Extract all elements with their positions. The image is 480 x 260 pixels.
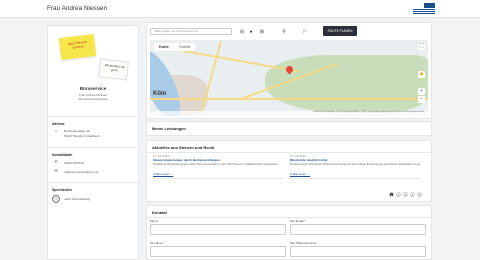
news-headline[interactable]: Minderlohn deutlich höher	[290, 158, 328, 162]
hours-label: Sprechzeiten	[52, 188, 72, 192]
office-subtitle-role: Steuerfachangestellte	[78, 97, 108, 101]
company-input[interactable]	[150, 224, 286, 235]
news-teaser: Mit Hilfe der Betriebsprüfungen haben Bu…	[153, 163, 279, 166]
address-label: Adresse	[52, 122, 65, 126]
chamber-logo[interactable]	[413, 3, 435, 15]
news-read-more-link[interactable]: Artikel lesen →	[290, 172, 310, 176]
divider	[290, 178, 420, 179]
pagination-page-4[interactable]: 4	[410, 192, 415, 197]
fullscreen-icon[interactable]: ⛶	[418, 43, 425, 50]
map-city-label: Köln	[153, 91, 167, 97]
city: 51427 Bergisch Gladbach	[64, 134, 100, 138]
email-input[interactable]	[290, 224, 426, 235]
name-label: Ihr Name *	[150, 241, 165, 245]
phone-icon: ✆	[54, 159, 58, 164]
pagination-page-5[interactable]: 5	[417, 192, 422, 197]
office-name: Büroservice	[79, 86, 107, 91]
company-label: Firma	[150, 219, 158, 223]
google-map[interactable]: Karte Satellit Köln ⛶ ♟ + − Kurzbefehle …	[150, 40, 428, 116]
divider	[147, 217, 431, 218]
zoom-in-button[interactable]: +	[418, 88, 425, 95]
news-title: Aktuelles aus Steuern und Recht	[152, 145, 215, 150]
zoom-out-button[interactable]: −	[418, 96, 425, 103]
email-icon: ✉	[54, 168, 58, 173]
name-input[interactable]	[150, 246, 286, 257]
news-teaser: Bundesminister Olaf Scholz (SPD) hat sic…	[290, 163, 420, 166]
sticky-note-white: Wir beraten Sie gern!	[98, 58, 129, 81]
hours: nach Vereinbarung	[64, 197, 90, 201]
walking-icon[interactable]: ⚐	[301, 28, 309, 36]
street: Beethovenallee 90	[64, 129, 90, 133]
pagination-page-3[interactable]: 3	[403, 192, 408, 197]
top-bar: Frau Andrea Niessen	[0, 0, 480, 18]
home-icon: ⌂	[54, 128, 58, 133]
email-label: Ihre Email *	[290, 219, 306, 223]
pagination-page-1[interactable]: 1	[389, 192, 394, 197]
bus-icon[interactable]: ⊞	[258, 28, 266, 36]
divider	[47, 182, 139, 183]
car-icon[interactable]: ⊟	[238, 28, 246, 36]
news-read-more-link[interactable]: Artikel lesen →	[153, 172, 173, 176]
phone-input[interactable]	[290, 246, 426, 257]
transit-icon[interactable]: ●	[247, 28, 255, 36]
email-link[interactable]: andrea.niessen@gmx.de	[64, 170, 98, 174]
map-attribution: Kurzbefehle Kartendaten ©2024 GeoBasis-D…	[150, 111, 428, 116]
pagination-page-2[interactable]: 2	[396, 192, 401, 197]
sticky-note-yellow: Jetzt Steuern sparen!	[58, 33, 97, 61]
contact-label: Kontaktdaten	[52, 153, 73, 157]
divider	[153, 178, 283, 179]
phone-link[interactable]: 02204 951616	[64, 161, 84, 165]
map-tab-satellit[interactable]: Satellit	[174, 43, 196, 51]
news-headline[interactable]: Steuerreduzierungen durch Betriebsprüfun…	[153, 158, 220, 162]
divider	[47, 147, 139, 148]
contact-title: Kontakt	[152, 210, 167, 215]
clock-icon: ◷	[52, 195, 60, 203]
address-search-input[interactable]: Bitte tragen Sie Ihre Adresse ein	[150, 28, 232, 35]
divider	[147, 152, 431, 153]
divider	[47, 116, 139, 117]
pegman-icon[interactable]: ♟	[418, 71, 425, 78]
page-title: Frau Andrea Niessen	[47, 5, 108, 12]
map-tab-karte[interactable]: Karte	[154, 43, 174, 51]
services-title: Meine Leistungen	[152, 126, 186, 131]
services-card: Meine Leistungen	[146, 121, 432, 136]
phone-label: Ihre Telefonnummer	[290, 241, 317, 245]
route-plan-button[interactable]: ROUTE PLANEN	[323, 26, 357, 36]
bicycle-icon[interactable]: ⚲	[280, 28, 288, 36]
